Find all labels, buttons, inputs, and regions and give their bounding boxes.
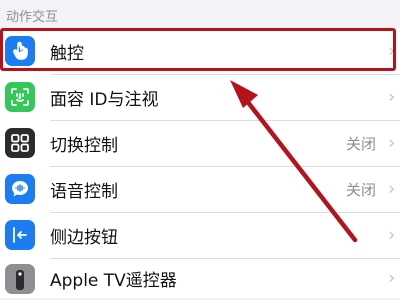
voice-control-icon xyxy=(5,174,35,204)
row-label: 面容 ID与注视 xyxy=(50,89,159,110)
row-label: 语音控制 xyxy=(50,181,118,202)
row-separator xyxy=(50,120,400,121)
hand-pointer-icon xyxy=(5,36,35,66)
chevron-right-icon: › xyxy=(388,40,396,62)
row-label: 切换控制 xyxy=(50,135,118,156)
section-header: 动作交互 xyxy=(6,10,59,25)
settings-list: 触控 › 面容 ID与注视 › 切换控制 关闭 › 语音控制 关闭 › 侧边按钮… xyxy=(0,28,400,298)
row-face-id[interactable]: 面容 ID与注视 › xyxy=(0,74,400,120)
chevron-right-icon: › xyxy=(388,267,396,289)
row-touch[interactable]: 触控 › xyxy=(0,28,400,74)
row-separator xyxy=(50,166,400,167)
row-apple-tv-remote[interactable]: Apple TV遥控器 › xyxy=(0,258,400,298)
status-value: 关闭 xyxy=(345,134,376,153)
remote-icon xyxy=(5,264,35,294)
face-id-icon xyxy=(5,82,35,112)
row-switch-control[interactable]: 切换控制 关闭 › xyxy=(0,120,400,166)
switch-control-icon xyxy=(5,128,35,158)
chevron-right-icon: › xyxy=(388,224,396,246)
row-separator xyxy=(50,258,400,259)
row-separator xyxy=(50,212,400,213)
side-button-icon xyxy=(5,220,35,250)
row-label: Apple TV遥控器 xyxy=(50,270,177,291)
chevron-right-icon: › xyxy=(388,132,396,154)
row-voice-control[interactable]: 语音控制 关闭 › xyxy=(0,166,400,212)
row-separator xyxy=(50,74,400,75)
row-label: 触控 xyxy=(50,43,84,64)
row-label: 侧边按钮 xyxy=(50,227,118,248)
chevron-right-icon: › xyxy=(388,86,396,108)
chevron-right-icon: › xyxy=(388,178,396,200)
row-side-button[interactable]: 侧边按钮 › xyxy=(0,212,400,258)
status-value: 关闭 xyxy=(345,180,376,199)
